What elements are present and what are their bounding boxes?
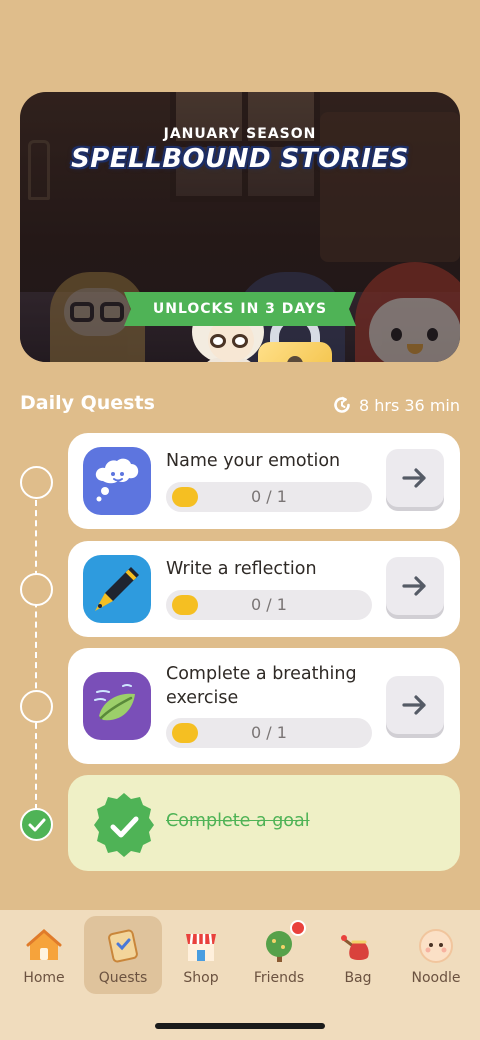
quest-card[interactable]: Write a reflection 0 / 1 [68,541,460,637]
noodle-face-icon [419,929,453,963]
season-title: SPELLBOUND STORIES [71,144,409,174]
nav-friends[interactable]: Friends [240,916,318,994]
quest-scroll-icon [108,929,138,963]
check-icon [28,818,46,832]
thought-cloud-icon [83,447,151,515]
quest-go-button[interactable] [386,557,444,615]
quest-progress-text: 0 / 1 [251,487,287,506]
nav-label: Home [23,970,65,986]
house-icon [26,929,62,960]
quest-label: Write a reflection [166,559,317,579]
quest-label: Name your emotion [166,451,341,471]
nav-label: Bag [344,970,372,986]
season-label: JANUARY SEASON [163,126,317,142]
pen-icon [83,555,151,623]
nav-shop[interactable]: Shop [162,916,240,994]
arrow-right-icon [402,468,426,488]
home-indicator [155,1023,325,1029]
quest-card[interactable]: Name your emotion 0 / 1 [68,433,460,529]
quest-progress-text: 0 / 1 [251,723,287,742]
nav-label: Quests [98,970,148,986]
quest-label: Complete a breathing exercise [166,664,357,708]
quest-go-button[interactable] [386,449,444,507]
quest-timer: 8 hrs 36 min [331,394,460,416]
timeline-node [20,573,53,606]
check-badge-icon [94,793,154,857]
timeline-node [20,690,53,723]
timeline-node-done [20,808,53,841]
nav-label: Friends [253,970,305,986]
quest-card[interactable]: Complete a breathing exercise 0 / 1 [68,648,460,764]
bottom-nav: Home Quests Shop Friends Bag Noodle [0,910,480,1040]
season-banner[interactable]: JANUARY SEASON SPELLBOUND STORIES UNLOCK… [20,92,460,362]
unlock-ribbon: UNLOCKS IN 3 DAYS [124,292,356,326]
nav-home[interactable]: Home [5,916,83,994]
notification-dot [290,920,306,936]
goal-label: Complete a goal [166,811,310,831]
timeline-line [35,500,37,810]
bag-icon [341,935,369,960]
arrow-right-icon [402,576,426,596]
goal-card[interactable]: Complete a goal [68,775,460,871]
quest-progress-bar: 0 / 1 [166,590,372,620]
quest-go-button[interactable] [386,676,444,734]
leaf-icon [83,672,151,740]
refresh-icon [334,396,350,413]
timer-text: 8 hrs 36 min [358,395,460,415]
nav-label: Noodle [411,970,461,986]
timeline-node [20,466,53,499]
nav-quests[interactable]: Quests [84,916,162,994]
quest-progress-bar: 0 / 1 [166,482,372,512]
shop-icon [186,933,216,961]
daily-quests-title: Daily Quests [20,392,155,414]
nav-noodle[interactable]: Noodle [397,916,475,994]
quest-progress-text: 0 / 1 [251,595,287,614]
quest-progress-bar: 0 / 1 [166,718,372,748]
nav-label: Shop [183,970,219,986]
arrow-right-icon [402,695,426,715]
nav-bag[interactable]: Bag [319,916,397,994]
